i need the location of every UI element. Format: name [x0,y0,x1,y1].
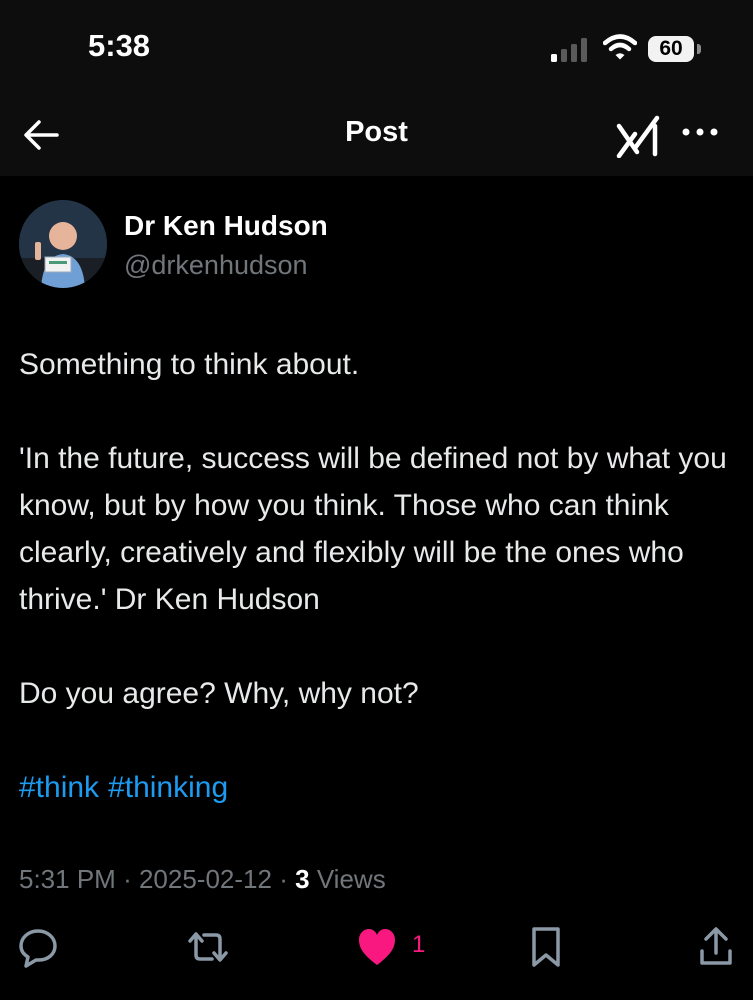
tweet-text-quote: 'In the future, success will be defined … [19,442,727,616]
status-time: 5:38 [88,28,151,63]
meta-separator: · [279,864,288,894]
avatar-image [19,200,107,288]
hashtag-link[interactable]: #thinking [108,771,228,804]
post-meta: 5:31 PM · 2025-02-12 · 3 Views [19,864,386,895]
views-label: Views [316,864,386,894]
tweet-text-question: Do you agree? Why, why not? [19,677,419,710]
hashtag-link[interactable]: #think [19,771,99,804]
cellular-signal-icon [551,38,587,62]
meta-separator: · [123,864,132,894]
avatar[interactable] [19,200,107,288]
grok-icon[interactable] [615,112,663,158]
heart-icon[interactable] [357,925,397,969]
more-options-icon[interactable] [680,124,720,140]
views-count: 3 [295,864,310,894]
status-bar: 5:38 60 [0,0,753,100]
author-name[interactable]: Dr Ken Hudson [124,210,328,242]
reply-icon[interactable] [18,925,58,969]
post-date: 2025-02-12 [138,864,272,894]
like-count: 1 [412,931,426,958]
post-time: 5:31 PM [19,864,116,894]
battery-indicator: 60 [648,36,702,62]
post-header: Post [0,100,753,176]
author-handle[interactable]: @drkenhudson [124,250,308,281]
bookmark-icon[interactable] [530,925,562,969]
wifi-icon [603,34,637,60]
share-icon[interactable] [698,925,734,969]
hashtags: #think #thinking [19,764,237,811]
battery-tip [697,44,701,54]
repost-icon[interactable] [186,925,230,969]
battery-level: 60 [648,36,694,62]
tweet-text-intro: Something to think about. [19,348,360,381]
